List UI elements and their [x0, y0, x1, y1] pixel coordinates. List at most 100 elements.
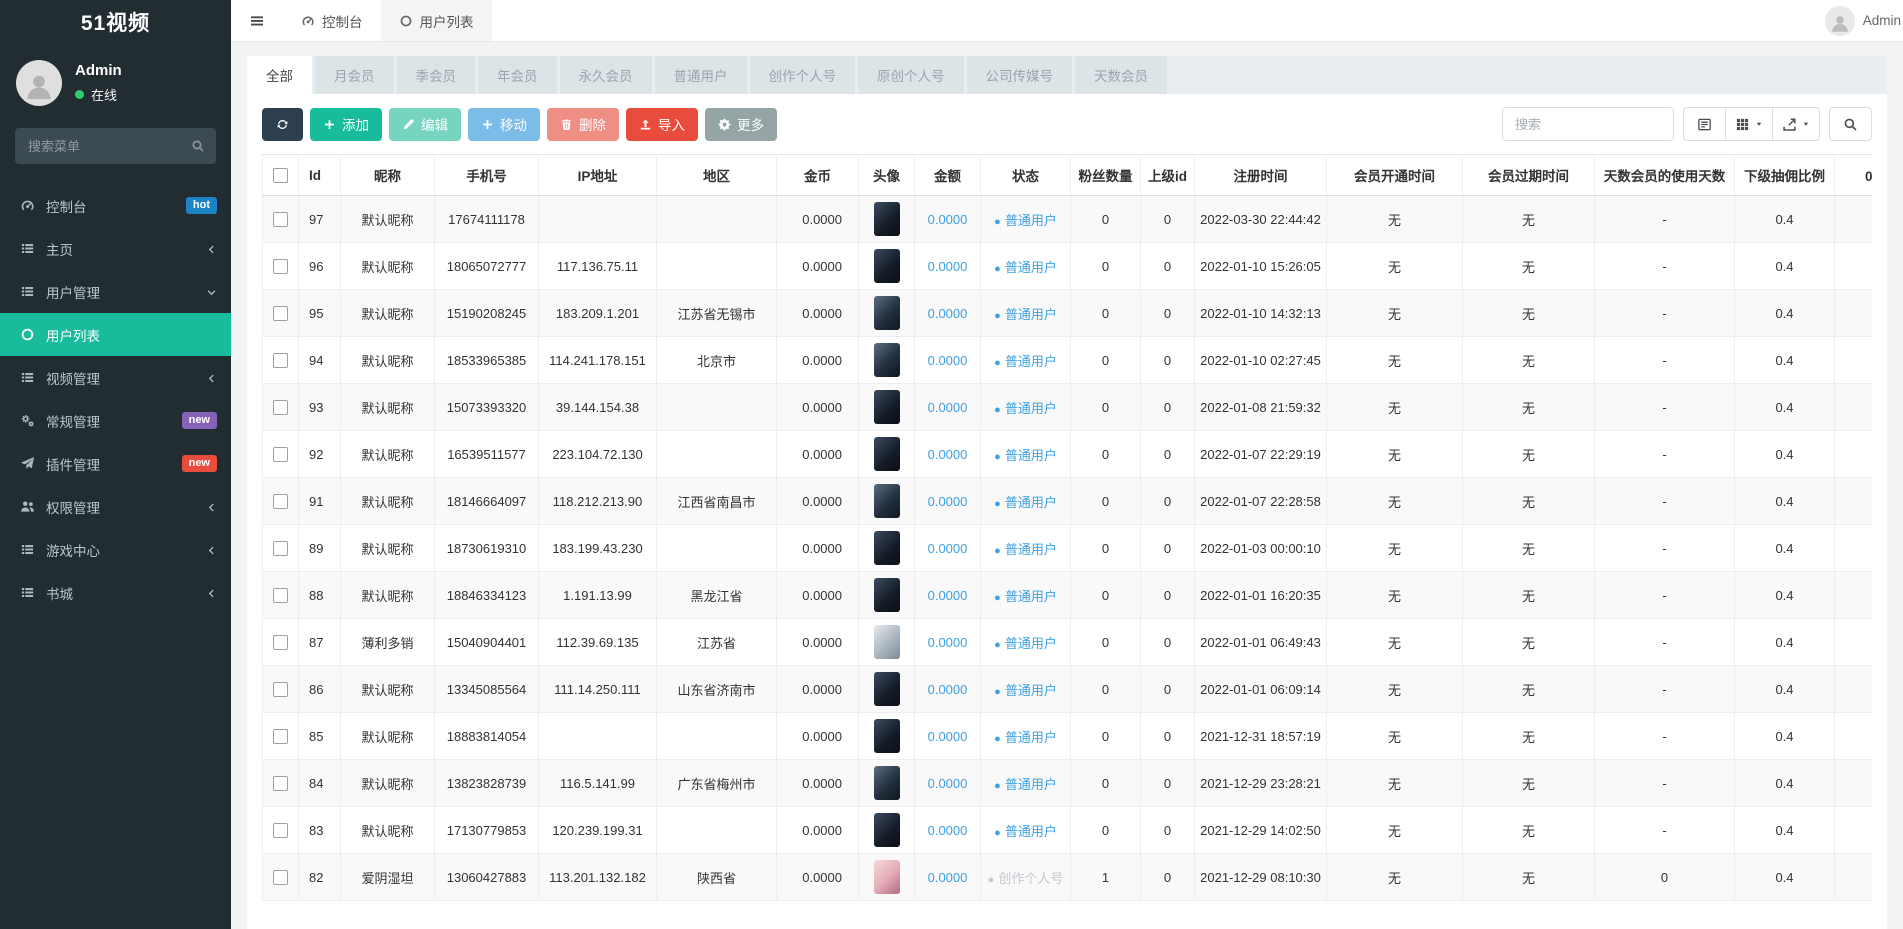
user-avatar-thumbnail[interactable]: [873, 625, 900, 659]
money-link[interactable]: 0.0000: [928, 259, 968, 274]
money-link[interactable]: 0.0000: [928, 447, 968, 462]
detail-view-button[interactable]: [1683, 107, 1726, 141]
sidebar-item-console[interactable]: 控制台 hot: [0, 184, 231, 227]
money-link[interactable]: 0.0000: [928, 541, 968, 556]
money-link[interactable]: 0.0000: [928, 870, 968, 885]
row-checkbox[interactable]: [273, 541, 288, 557]
sidebar-item-home[interactable]: 主页: [0, 227, 231, 270]
money-link[interactable]: 0.0000: [928, 776, 968, 791]
topbar-tab-console[interactable]: 控制台: [283, 0, 381, 41]
filter-tab-1[interactable]: 月会员: [315, 56, 394, 94]
row-checkbox[interactable]: [273, 729, 288, 745]
add-button[interactable]: 添加: [310, 107, 382, 141]
status-badge[interactable]: ● 普通用户: [994, 495, 1057, 510]
row-checkbox[interactable]: [273, 447, 288, 463]
columns-button[interactable]: [1725, 107, 1773, 141]
money-link[interactable]: 0.0000: [928, 494, 968, 509]
user-avatar-thumbnail[interactable]: [873, 296, 900, 330]
topbar-user-menu[interactable]: Admin: [1824, 0, 1903, 41]
row-select-cell: [262, 195, 299, 243]
user-avatar-thumbnail[interactable]: [873, 531, 900, 565]
select-all-checkbox[interactable]: [273, 167, 288, 183]
row-checkbox[interactable]: [273, 212, 288, 228]
sidebar-item-book-city[interactable]: 书城: [0, 571, 231, 614]
row-checkbox[interactable]: [273, 635, 288, 651]
money-link[interactable]: 0.0000: [928, 635, 968, 650]
user-avatar-thumbnail[interactable]: [873, 813, 900, 847]
status-badge[interactable]: ● 创作个人号: [988, 871, 1064, 886]
sidebar-item-user-list[interactable]: 用户列表: [0, 313, 231, 356]
filter-tab-4[interactable]: 永久会员: [559, 56, 652, 94]
filter-tab-8[interactable]: 公司传媒号: [966, 56, 1072, 94]
row-checkbox[interactable]: [273, 259, 288, 275]
status-badge[interactable]: ● 普通用户: [994, 213, 1057, 228]
sidebar-search-input[interactable]: [15, 128, 216, 164]
money-link[interactable]: 0.0000: [928, 823, 968, 838]
status-badge[interactable]: ● 普通用户: [994, 307, 1057, 322]
sidebar-toggle-button[interactable]: [231, 0, 283, 41]
refresh-button[interactable]: [262, 107, 303, 141]
user-avatar-thumbnail[interactable]: [873, 484, 900, 518]
status-badge[interactable]: ● 普通用户: [994, 683, 1057, 698]
status-badge[interactable]: ● 普通用户: [994, 542, 1057, 557]
user-avatar-thumbnail[interactable]: [873, 578, 900, 612]
user-avatar-thumbnail[interactable]: [873, 202, 900, 236]
status-badge[interactable]: ● 普通用户: [994, 777, 1057, 792]
filter-tab-3[interactable]: 年会员: [478, 56, 557, 94]
export-button[interactable]: [1772, 107, 1820, 141]
user-avatar-thumbnail[interactable]: [873, 672, 900, 706]
sidebar-item-user-management[interactable]: 用户管理: [0, 270, 231, 313]
money-link[interactable]: 0.0000: [928, 682, 968, 697]
filter-tab-9[interactable]: 天数会员: [1075, 56, 1167, 94]
import-button[interactable]: 导入: [626, 107, 698, 141]
edit-button[interactable]: 编辑: [389, 107, 461, 141]
row-checkbox[interactable]: [273, 306, 288, 322]
status-badge[interactable]: ● 普通用户: [994, 260, 1057, 275]
sidebar-item-plugin-management[interactable]: 插件管理 new: [0, 442, 231, 485]
search-button[interactable]: [1829, 107, 1872, 141]
user-avatar-thumbnail[interactable]: [873, 860, 900, 894]
row-checkbox[interactable]: [273, 353, 288, 369]
sidebar-item-general-management[interactable]: 常规管理 new: [0, 399, 231, 442]
status-badge[interactable]: ● 普通用户: [994, 824, 1057, 839]
user-avatar-thumbnail[interactable]: [873, 390, 900, 424]
filter-tab-0[interactable]: 全部: [247, 56, 312, 94]
filter-tab-6[interactable]: 创作个人号: [749, 56, 855, 94]
more-button[interactable]: 更多: [705, 107, 777, 141]
status-badge[interactable]: ● 普通用户: [994, 589, 1057, 604]
money-link[interactable]: 0.0000: [928, 729, 968, 744]
row-checkbox[interactable]: [273, 682, 288, 698]
table-search-input[interactable]: [1502, 107, 1674, 141]
sidebar-item-video-management[interactable]: 视频管理: [0, 356, 231, 399]
row-checkbox[interactable]: [273, 400, 288, 416]
sidebar-item-permission-management[interactable]: 权限管理: [0, 485, 231, 528]
money-link[interactable]: 0.0000: [928, 588, 968, 603]
row-checkbox[interactable]: [273, 588, 288, 604]
user-avatar-thumbnail[interactable]: [873, 249, 900, 283]
user-avatar-thumbnail[interactable]: [873, 437, 900, 471]
status-badge[interactable]: ● 普通用户: [994, 636, 1057, 651]
delete-button[interactable]: 删除: [547, 107, 619, 141]
row-checkbox[interactable]: [273, 823, 288, 839]
filter-tab-2[interactable]: 季会员: [396, 56, 475, 94]
money-link[interactable]: 0.0000: [928, 400, 968, 415]
user-avatar-thumbnail[interactable]: [873, 343, 900, 377]
user-avatar-thumbnail[interactable]: [873, 766, 900, 800]
move-button[interactable]: 移动: [468, 107, 540, 141]
user-avatar-thumbnail[interactable]: [873, 719, 900, 753]
status-badge[interactable]: ● 普通用户: [994, 448, 1057, 463]
status-badge[interactable]: ● 普通用户: [994, 354, 1057, 369]
topbar-tab-user-list[interactable]: 用户列表: [380, 0, 492, 41]
filter-tab-7[interactable]: 原创个人号: [858, 56, 964, 94]
filter-tab-5[interactable]: 普通用户: [654, 56, 747, 94]
sidebar-item-game-center[interactable]: 游戏中心: [0, 528, 231, 571]
status-badge[interactable]: ● 普通用户: [994, 401, 1057, 416]
search-icon[interactable]: [191, 139, 205, 153]
row-checkbox[interactable]: [273, 494, 288, 510]
money-link[interactable]: 0.0000: [928, 306, 968, 321]
row-checkbox[interactable]: [273, 870, 288, 886]
money-link[interactable]: 0.0000: [928, 353, 968, 368]
status-badge[interactable]: ● 普通用户: [994, 730, 1057, 745]
row-checkbox[interactable]: [273, 776, 288, 792]
money-link[interactable]: 0.0000: [928, 212, 968, 227]
